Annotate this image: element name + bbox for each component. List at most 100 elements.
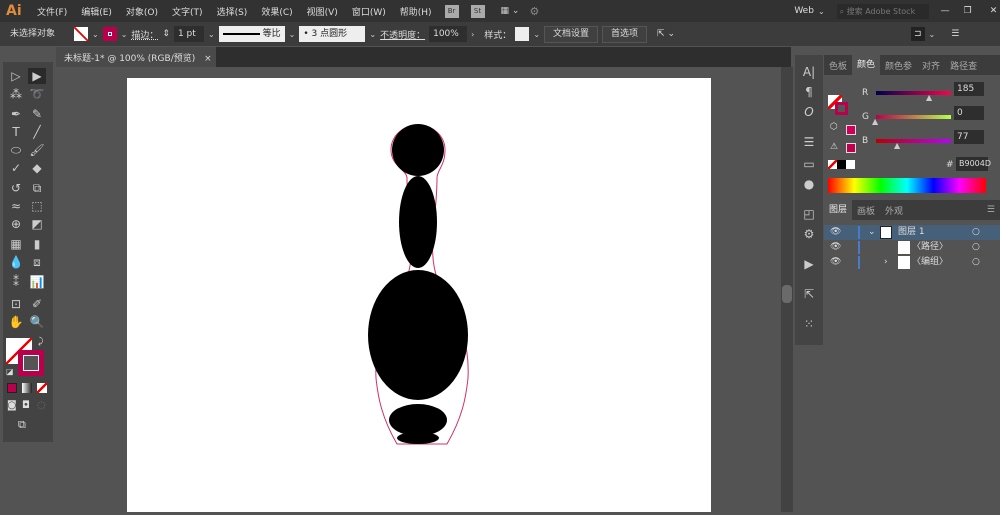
menu-type[interactable]: 文字(T)	[172, 5, 203, 18]
white-swatch[interactable]	[846, 160, 855, 169]
r-input[interactable]: 185	[954, 82, 984, 96]
rotate-tool[interactable]: ↺	[7, 180, 25, 196]
layer-row[interactable]: 👁 › 〈编组〉 ○	[824, 255, 1000, 270]
eraser-tool[interactable]: ◆	[28, 160, 46, 176]
hex-input[interactable]: B9004D	[956, 157, 991, 171]
artboards-icon[interactable]: ⁙	[800, 317, 818, 333]
blend-tool[interactable]: ⧈	[28, 254, 46, 270]
slice-tool[interactable]: ✐	[28, 296, 46, 312]
stock-button[interactable]: St	[470, 4, 485, 18]
layer-name[interactable]: 〈编组〉	[912, 255, 948, 270]
b-slider-thumb[interactable]: ▲	[894, 141, 900, 150]
expand-chevron-icon[interactable]: ⌄	[868, 225, 876, 240]
scrollbar-thumb[interactable]	[782, 285, 792, 303]
document-setup-button[interactable]: 文档设置	[544, 25, 599, 43]
gpu-icon[interactable]: ⚙	[529, 5, 539, 18]
g-input[interactable]: 0	[954, 106, 984, 120]
none-mode-button[interactable]	[37, 383, 47, 393]
black-swatch[interactable]	[837, 160, 846, 169]
restore-button[interactable]: ❐	[964, 6, 972, 16]
swap-colors-icon[interactable]: ⤸	[38, 337, 43, 347]
tab-align[interactable]: 对齐	[917, 59, 945, 72]
draw-inside-icon[interactable]: ◌	[37, 400, 46, 411]
close-tab-icon[interactable]: ×	[204, 54, 212, 64]
default-colors-icon[interactable]: ◪	[6, 367, 14, 376]
tab-color-guide[interactable]: 颜色参	[880, 59, 917, 72]
opacity-input[interactable]: 100%	[429, 26, 468, 42]
direct-selection-tool[interactable]: ▷	[7, 68, 25, 84]
paragraph-icon[interactable]: ¶	[800, 85, 818, 101]
visibility-eye-icon[interactable]: 👁	[830, 255, 841, 270]
draw-normal-icon[interactable]: ◙	[7, 400, 17, 411]
gamut-swatch[interactable]	[846, 125, 856, 135]
gradient-panel-icon[interactable]: ▭	[800, 157, 818, 173]
out-of-gamut-icon[interactable]: ⬡	[830, 122, 838, 132]
close-window-button[interactable]: ✕	[990, 6, 998, 16]
preferences-button[interactable]: 首选项	[602, 25, 648, 43]
color-mode-button[interactable]	[7, 383, 17, 393]
opacity-label[interactable]: 不透明度：	[380, 28, 425, 41]
b-input[interactable]: 77	[954, 130, 984, 144]
align-icon[interactable]: ⊐	[911, 27, 925, 41]
lasso-tool[interactable]: ➰	[28, 86, 46, 102]
stroke-weight-input[interactable]: 1 pt	[173, 26, 204, 42]
line-tool[interactable]: ╱	[28, 124, 46, 140]
mesh-tool[interactable]: ▦	[7, 236, 25, 252]
base-ellipse[interactable]	[389, 404, 447, 436]
hand-tool[interactable]: ✋	[7, 314, 25, 330]
none-swatch[interactable]	[828, 160, 837, 169]
shape-builder-tool[interactable]: ⊕	[7, 216, 25, 232]
ellipse-tool[interactable]: ⬭	[7, 142, 25, 158]
fill-swatch[interactable]	[74, 27, 88, 41]
free-transform-tool[interactable]: ⬚	[28, 198, 46, 214]
variable-width-profile[interactable]: 等比	[218, 26, 285, 42]
color-spectrum[interactable]	[828, 178, 986, 193]
artboard[interactable]	[127, 78, 711, 512]
menu-view[interactable]: 视图(V)	[307, 5, 338, 18]
layer-name[interactable]: 〈路径〉	[912, 240, 948, 255]
menu-help[interactable]: 帮助(H)	[400, 5, 432, 18]
opentype-icon[interactable]: O	[800, 105, 818, 121]
stroke-indicator-front[interactable]	[835, 102, 848, 115]
actions-icon[interactable]: ▶	[800, 257, 818, 273]
stroke-panel-icon[interactable]: ☰	[800, 135, 818, 151]
expand-chevron-icon[interactable]: ›	[884, 255, 888, 270]
visibility-eye-icon[interactable]: 👁	[830, 240, 841, 255]
tab-pathfinder[interactable]: 路径查	[945, 59, 982, 72]
arrange-documents-icon[interactable]: ▦ ⌄	[501, 6, 520, 16]
magic-wand-tool[interactable]: ⁂	[7, 86, 25, 102]
stroke-swatch[interactable]	[102, 27, 117, 41]
visibility-eye-icon[interactable]: 👁	[830, 225, 841, 240]
r-slider-thumb[interactable]: ▲	[926, 93, 932, 102]
target-icon[interactable]: ○	[972, 255, 980, 270]
screen-mode-icon[interactable]: ⧉	[18, 418, 26, 432]
paintbrush-tool[interactable]: 🖌	[28, 142, 46, 158]
gradient-mode-button[interactable]	[22, 383, 32, 393]
symbol-sprayer-tool[interactable]: ⁑	[7, 274, 25, 290]
stock-search-input[interactable]: ⌕ 搜索 Adobe Stock	[836, 3, 929, 19]
layer-row[interactable]: 👁 ⌄ 图层 1 ○	[824, 225, 1000, 240]
tab-color[interactable]: 颜色	[852, 55, 881, 75]
pen-tool[interactable]: ✒	[7, 106, 25, 122]
links-icon[interactable]: ⇱	[800, 287, 818, 303]
scale-tool[interactable]: ⧉	[28, 180, 46, 196]
g-slider-thumb[interactable]: ▲	[872, 117, 878, 126]
menu-object[interactable]: 对象(O)	[126, 5, 158, 18]
brush-definition[interactable]: • 3 点圆形	[299, 26, 366, 42]
b-slider[interactable]	[876, 139, 951, 143]
r-slider[interactable]	[876, 91, 951, 95]
character-icon[interactable]: A|	[800, 65, 818, 81]
graphic-style-swatch[interactable]	[515, 27, 530, 41]
bridge-button[interactable]: Br	[444, 4, 459, 18]
artboard-tool[interactable]: ⊡	[7, 296, 25, 312]
transparency-icon[interactable]: ●	[800, 177, 818, 193]
tab-artboards[interactable]: 画板	[852, 204, 880, 217]
panel-menu-icon[interactable]: ☰	[951, 29, 959, 39]
shaper-tool[interactable]: ✓	[7, 160, 25, 176]
chevron-down-icon[interactable]: ⌄	[818, 7, 825, 16]
tab-layers[interactable]: 图层	[824, 200, 853, 220]
warp-tool[interactable]: ≈	[7, 198, 25, 214]
menu-effect[interactable]: 效果(C)	[261, 5, 292, 18]
layer-row[interactable]: 👁 〈路径〉 ○	[824, 240, 1000, 255]
foot-ellipse[interactable]	[397, 432, 439, 444]
